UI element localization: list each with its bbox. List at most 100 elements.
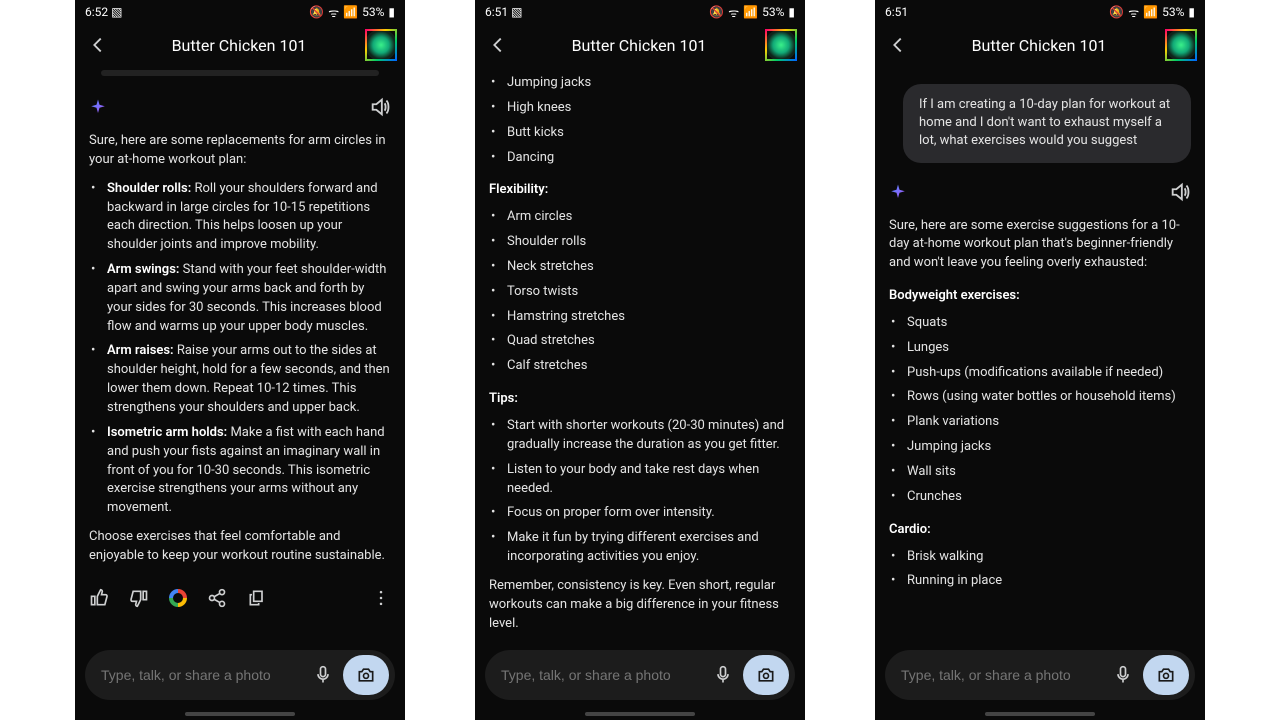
- google-button[interactable]: [169, 589, 187, 607]
- message-input[interactable]: [501, 667, 703, 683]
- list-item: Arm circles: [503, 208, 791, 227]
- bodyweight-heading: Bodyweight exercises:: [889, 287, 1191, 306]
- outro-text: Remember, consistency is key. Even short…: [489, 577, 791, 634]
- list-item: Jumping jacks: [903, 438, 1191, 457]
- list-item: Quad stretches: [503, 332, 791, 351]
- signal-icon: 📶: [343, 5, 358, 19]
- list-item: Jumping jacks: [503, 74, 791, 93]
- camera-button[interactable]: [1143, 655, 1189, 695]
- clock: 6:51 ▧: [485, 5, 522, 19]
- status-bar: 6:51 🔕 ᯤ 📶 53% ▮: [875, 0, 1205, 24]
- avatar[interactable]: [365, 29, 397, 61]
- assistant-intro: Sure, here are some replacements for arm…: [89, 132, 391, 170]
- image-icon: ▧: [511, 5, 522, 19]
- cardio-heading: Cardio:: [889, 521, 1191, 540]
- page-title: Butter Chicken 101: [172, 36, 307, 55]
- mic-button[interactable]: [313, 665, 333, 685]
- wifi-icon: ᯤ: [1128, 4, 1139, 21]
- input-bar: [485, 650, 795, 700]
- mic-button[interactable]: [1113, 665, 1133, 685]
- list-item: Brisk walking: [903, 548, 1191, 567]
- sparkle-icon: [889, 183, 907, 201]
- share-button[interactable]: [207, 588, 227, 608]
- thumbs-up-button[interactable]: [89, 588, 109, 608]
- list-item: Isometric arm holds: Make a fist with ea…: [103, 424, 391, 518]
- chat-content[interactable]: Jumping jacks High knees Butt kicks Danc…: [475, 66, 805, 720]
- more-button[interactable]: [371, 588, 391, 608]
- thumbs-down-button[interactable]: [129, 588, 149, 608]
- chat-content[interactable]: If I am creating a 10-day plan for worko…: [875, 66, 1205, 720]
- tips-list: Start with shorter workouts (20-30 minut…: [489, 417, 791, 567]
- battery-icon: ▮: [388, 5, 395, 19]
- list-item: Make it fun by trying different exercise…: [503, 529, 791, 567]
- list-item: Arm swings: Stand with your feet shoulde…: [103, 261, 391, 336]
- mic-button[interactable]: [713, 665, 733, 685]
- list-item: Plank variations: [903, 413, 1191, 432]
- list-item: Listen to your body and take rest days w…: [503, 461, 791, 499]
- back-button[interactable]: [483, 30, 513, 60]
- mute-icon: 🔕: [1109, 5, 1124, 19]
- phone-screen-2: 6:51 ▧ 🔕 ᯤ 📶 53% ▮ Butter Chicken 101 Ju…: [475, 0, 805, 720]
- battery-icon: ▮: [788, 5, 795, 19]
- wifi-icon: ᯤ: [728, 4, 739, 21]
- list-item: Torso twists: [503, 283, 791, 302]
- gesture-bar[interactable]: [585, 712, 695, 716]
- page-title: Butter Chicken 101: [972, 36, 1107, 55]
- sparkle-icon: [89, 98, 107, 116]
- signal-icon: 📶: [1143, 5, 1158, 19]
- exercise-list: Shoulder rolls: Roll your shoulders forw…: [89, 180, 391, 518]
- title-bar: Butter Chicken 101: [475, 24, 805, 66]
- signal-icon: 📶: [743, 5, 758, 19]
- list-item: Shoulder rolls: Roll your shoulders forw…: [103, 180, 391, 255]
- list-item: Start with shorter workouts (20-30 minut…: [503, 417, 791, 455]
- action-bar: [89, 576, 391, 616]
- avatar[interactable]: [765, 29, 797, 61]
- speaker-button[interactable]: [369, 96, 391, 118]
- status-right: 🔕 ᯤ 📶 53% ▮: [1109, 4, 1195, 21]
- list-item: Calf stretches: [503, 357, 791, 376]
- camera-button[interactable]: [743, 655, 789, 695]
- copy-button[interactable]: [247, 588, 267, 608]
- input-bar: [885, 650, 1195, 700]
- flexibility-list: Arm circles Shoulder rolls Neck stretche…: [489, 208, 791, 376]
- battery-text: 53%: [1162, 5, 1184, 19]
- list-item: Push-ups (modifications available if nee…: [903, 364, 1191, 383]
- input-bar: [85, 650, 395, 700]
- chat-content[interactable]: Sure, here are some replacements for arm…: [75, 66, 405, 720]
- page-title: Butter Chicken 101: [572, 36, 707, 55]
- back-button[interactable]: [883, 30, 913, 60]
- wifi-icon: ᯤ: [328, 4, 339, 21]
- cardio-list: Brisk walking Running in place: [889, 548, 1191, 592]
- bodyweight-list: Squats Lunges Push-ups (modifications av…: [889, 314, 1191, 507]
- status-bar: 6:52 ▧ 🔕 ᯤ 📶 53% ▮: [75, 0, 405, 24]
- list-item: Hamstring stretches: [503, 308, 791, 327]
- list-item: Focus on proper form over intensity.: [503, 504, 791, 523]
- cardio-extra-list: Jumping jacks High knees Butt kicks Danc…: [489, 74, 791, 167]
- message-input[interactable]: [101, 667, 303, 683]
- title-bar: Butter Chicken 101: [75, 24, 405, 66]
- list-item: Dancing: [503, 149, 791, 168]
- gesture-bar[interactable]: [185, 712, 295, 716]
- list-item: Squats: [903, 314, 1191, 333]
- tips-heading: Tips:: [489, 390, 791, 409]
- list-item: Neck stretches: [503, 258, 791, 277]
- list-item: Shoulder rolls: [503, 233, 791, 252]
- speaker-button[interactable]: [1169, 181, 1191, 203]
- clock: 6:52 ▧: [85, 5, 122, 19]
- battery-text: 53%: [362, 5, 384, 19]
- battery-icon: ▮: [1188, 5, 1195, 19]
- gesture-bar[interactable]: [985, 712, 1095, 716]
- assistant-intro: Sure, here are some exercise suggestions…: [889, 217, 1191, 274]
- user-message: If I am creating a 10-day plan for worko…: [903, 84, 1191, 163]
- avatar[interactable]: [1165, 29, 1197, 61]
- list-item: Lunges: [903, 339, 1191, 358]
- phone-screen-3: 6:51 🔕 ᯤ 📶 53% ▮ Butter Chicken 101 If I…: [875, 0, 1205, 720]
- battery-text: 53%: [762, 5, 784, 19]
- list-item: High knees: [503, 99, 791, 118]
- mute-icon: 🔕: [309, 5, 324, 19]
- back-button[interactable]: [83, 30, 113, 60]
- list-item: Wall sits: [903, 463, 1191, 482]
- message-input[interactable]: [901, 667, 1103, 683]
- phone-screen-1: 6:52 ▧ 🔕 ᯤ 📶 53% ▮ Butter Chicken 101 Su…: [75, 0, 405, 720]
- camera-button[interactable]: [343, 655, 389, 695]
